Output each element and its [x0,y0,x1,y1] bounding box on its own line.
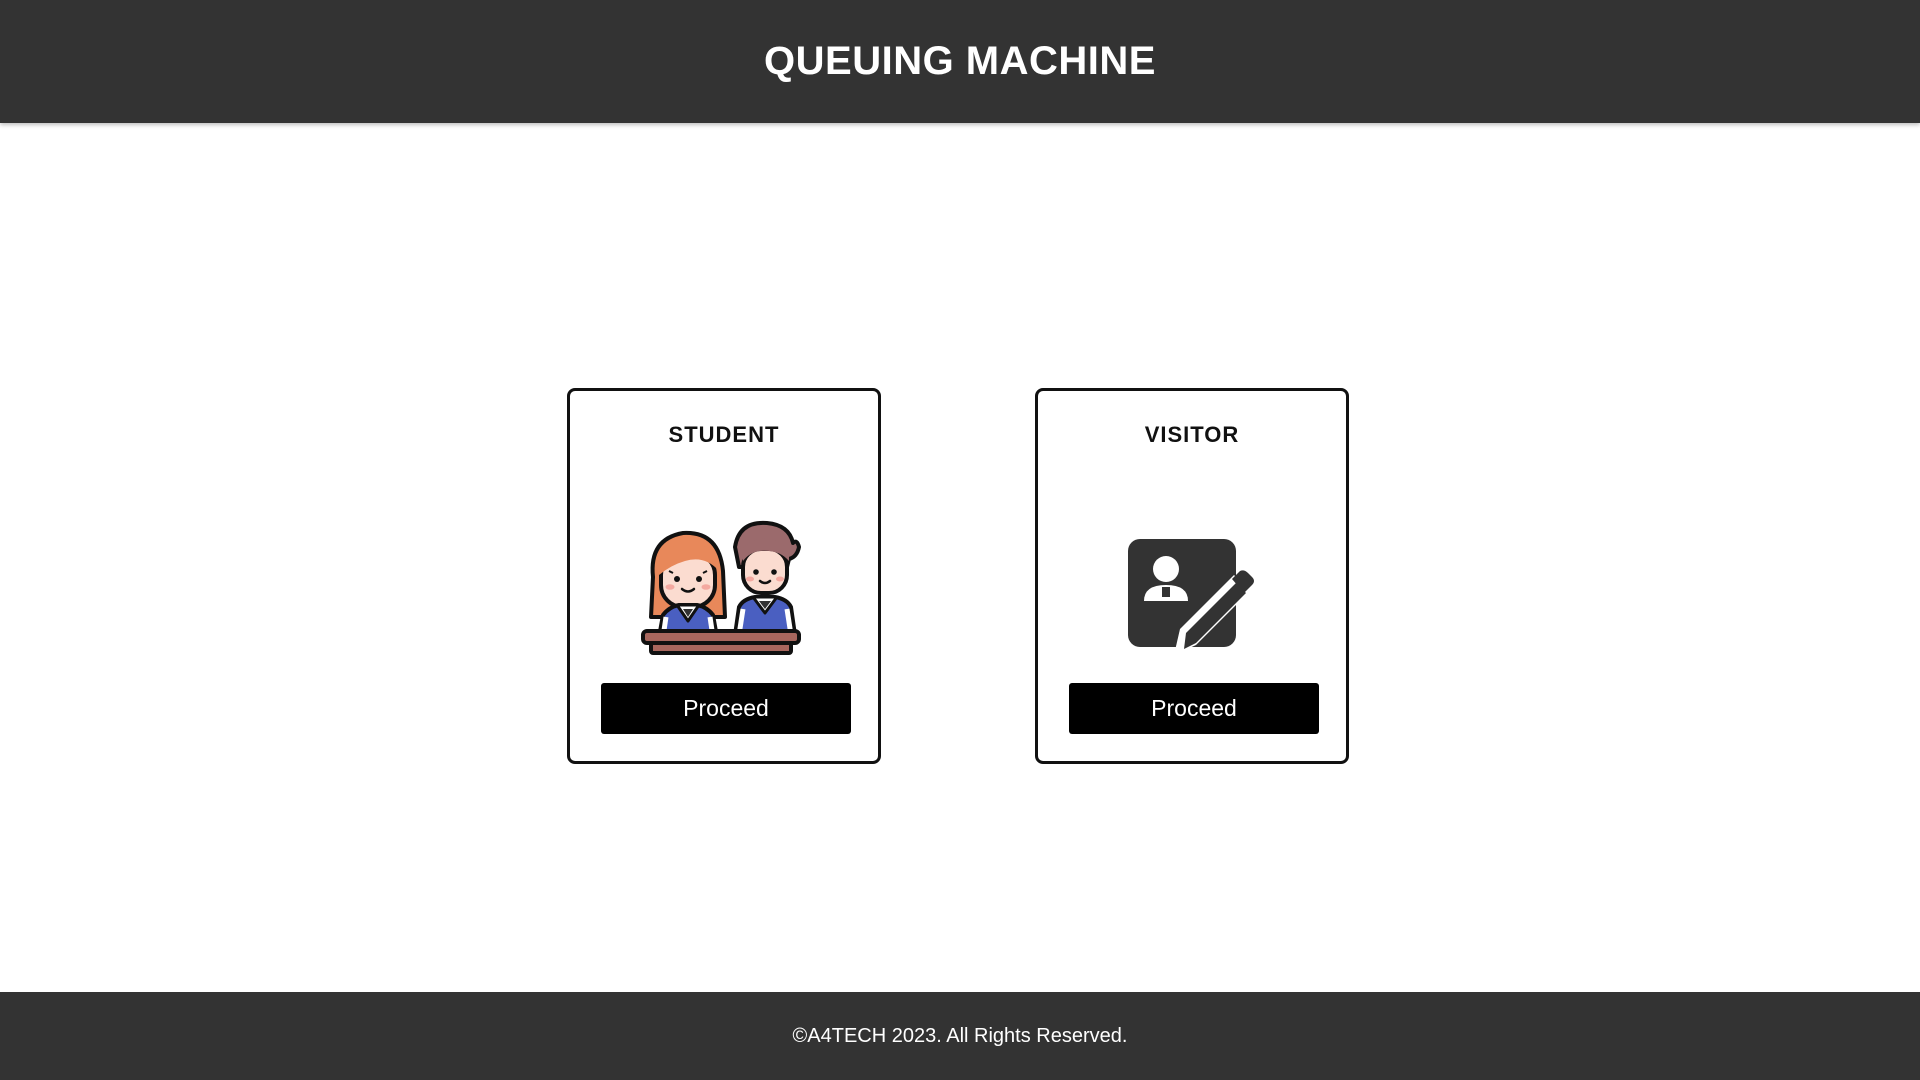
copyright-text: ©A4TECH 2023. All Rights Reserved. [792,1024,1128,1047]
visitor-card: VISITOR Proceed [1035,388,1349,764]
app-header: QUEUING MACHINE [0,0,1920,123]
students-icon [641,520,801,655]
student-proceed-button[interactable]: Proceed [601,683,851,734]
student-card-title: STUDENT [668,422,780,447]
app-footer: ©A4TECH 2023. All Rights Reserved. [0,992,1920,1080]
page: QUEUING MACHINE STUDENT Proceed VISITOR … [0,0,1920,1080]
visitor-registration-icon [1128,539,1254,655]
option-cards: STUDENT Proceed VISITOR Proceed [0,388,1920,768]
visitor-card-title: VISITOR [1144,422,1240,447]
page-title: QUEUING MACHINE [764,39,1156,83]
visitor-proceed-button[interactable]: Proceed [1069,683,1319,734]
student-card: STUDENT Proceed [567,388,881,764]
